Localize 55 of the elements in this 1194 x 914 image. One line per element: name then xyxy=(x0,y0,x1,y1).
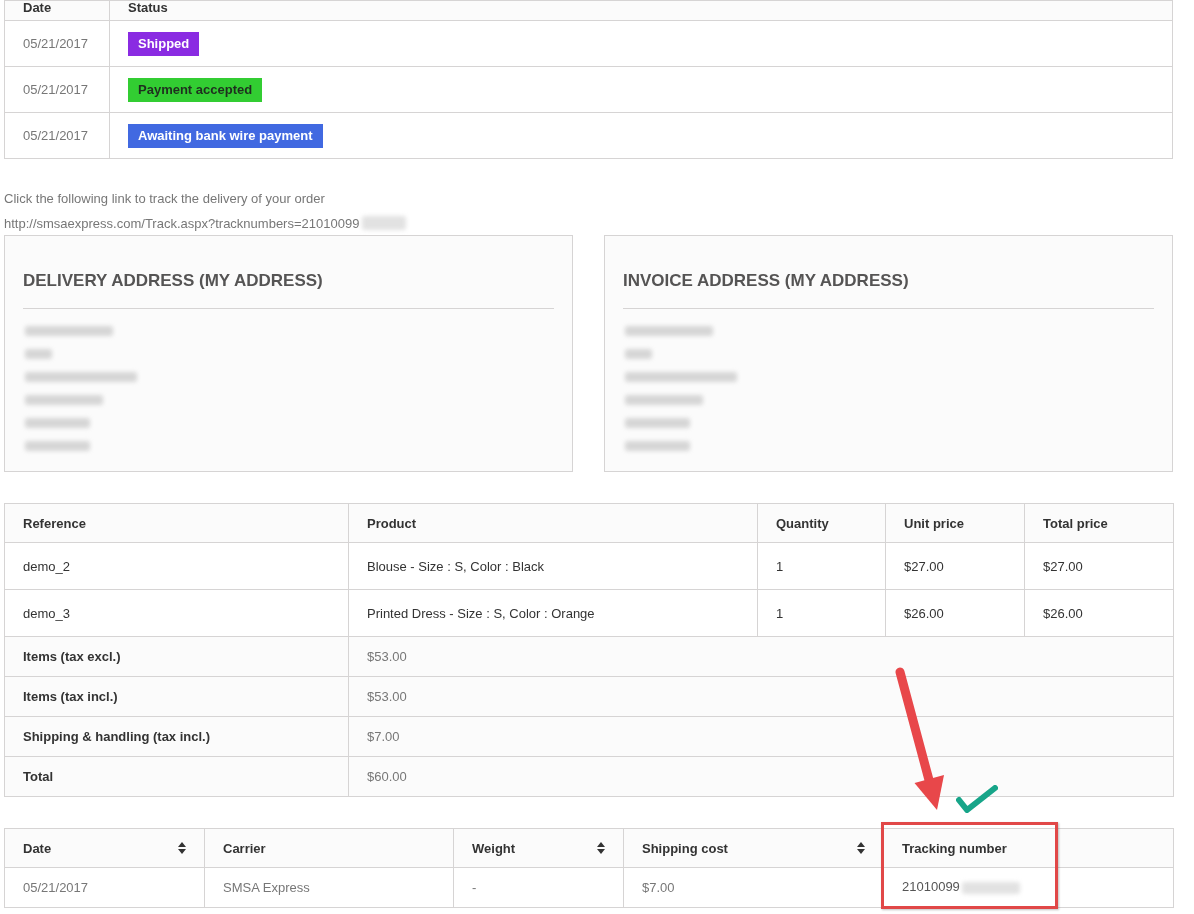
summary-label: Items (tax excl.) xyxy=(4,636,349,677)
table-cell: 05/21/2017 xyxy=(4,112,110,159)
column-header: Status xyxy=(109,0,1173,21)
summary-value: $60.00 xyxy=(348,756,1174,797)
column-header: Product xyxy=(348,503,758,543)
table-cell: - xyxy=(453,867,624,908)
tracking-number: 21010099 xyxy=(902,879,960,895)
sort-icon[interactable] xyxy=(597,842,605,854)
table-cell: demo_3 xyxy=(4,589,349,637)
summary-value: $53.00 xyxy=(348,636,1174,677)
table-cell: $26.00 xyxy=(885,589,1025,637)
table-cell: $26.00 xyxy=(1024,589,1174,637)
sort-icon[interactable] xyxy=(857,842,865,854)
blurred-line xyxy=(623,438,692,454)
address-heading: DELIVERY ADDRESS (MY ADDRESS) xyxy=(23,270,324,292)
summary-value: $53.00 xyxy=(348,676,1174,717)
status-badge: Shipped xyxy=(128,31,200,56)
column-header: Reference xyxy=(4,503,349,543)
column-header: Date xyxy=(4,0,110,21)
table-cell: Blouse - Size : S, Color : Black xyxy=(348,542,758,590)
column-header: Total price xyxy=(1024,503,1174,543)
check-icon xyxy=(956,785,998,813)
address-heading: INVOICE ADDRESS (MY ADDRESS) xyxy=(623,270,910,292)
table-cell: demo_2 xyxy=(4,542,349,590)
column-header: Unit price xyxy=(885,503,1025,543)
status-badge: Awaiting bank wire payment xyxy=(128,123,323,148)
summary-label: Total xyxy=(4,756,349,797)
column-header: Carrier xyxy=(204,828,454,868)
column-header[interactable]: Weight xyxy=(453,828,624,868)
table-cell: $27.00 xyxy=(1024,542,1174,590)
summary-label: Shipping & handling (tax incl.) xyxy=(4,716,349,757)
table-cell: $27.00 xyxy=(885,542,1025,590)
blurred-line xyxy=(623,346,654,362)
table-cell: Printed Dress - Size : S, Color : Orange xyxy=(348,589,758,637)
table-cell: 05/21/2017 xyxy=(4,20,110,67)
table-cell: 1 xyxy=(757,589,886,637)
table-cell: $7.00 xyxy=(623,867,884,908)
summary-value: $7.00 xyxy=(348,716,1174,757)
blurred-line xyxy=(23,346,54,362)
sort-icon[interactable] xyxy=(178,842,186,854)
table-cell: 05/21/2017 xyxy=(4,66,110,113)
column-header: Tracking number xyxy=(883,828,1174,868)
tracking-link[interactable]: http://smsaexpress.com/Track.aspx?tracknumbers=21010099 xyxy=(4,215,360,231)
column-header[interactable]: Date xyxy=(4,828,205,868)
table-cell: 05/21/2017 xyxy=(4,867,205,908)
blurred-line xyxy=(23,415,92,431)
blurred-line xyxy=(23,438,92,454)
column-header: Quantity xyxy=(757,503,886,543)
summary-label: Items (tax incl.) xyxy=(4,676,349,717)
tracking-instructions: Click the following link to track the delivery of your order xyxy=(4,190,326,208)
table-cell: SMSA Express xyxy=(204,867,454,908)
status-badge: Payment accepted xyxy=(128,77,263,102)
blurred-line xyxy=(623,415,692,431)
table-cell: 1 xyxy=(757,542,886,590)
column-header[interactable]: Shipping cost xyxy=(623,828,884,868)
